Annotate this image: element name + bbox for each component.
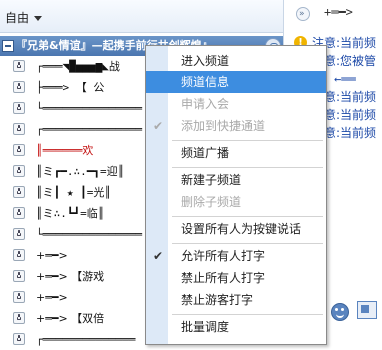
lock-icon[interactable]	[13, 123, 25, 135]
notice-value: 当前频	[340, 90, 377, 104]
tree-row-text: +═━>	[36, 249, 68, 262]
expand-icon[interactable]	[13, 270, 25, 282]
notice-value: 当前频	[340, 36, 377, 50]
tree-row-text: └═══════════════	[36, 102, 142, 115]
chevron-down-icon	[34, 16, 43, 21]
menu-item-channel-info[interactable]: 频道信息	[146, 71, 326, 93]
menu-item-push-to-talk-all[interactable]: 设置所有人为按键说话	[146, 218, 326, 240]
menu-item-label: 新建子频道	[181, 173, 242, 187]
menu-item-label: 禁止游客打字	[181, 293, 254, 307]
scroll-down-icon[interactable]: »	[296, 7, 310, 21]
lock-icon[interactable]	[13, 186, 25, 198]
mode-dropdown[interactable]: 自由	[5, 9, 43, 26]
tree-row-text: ║ミ∴.┗┛=临║	[36, 207, 105, 220]
lock-icon[interactable]	[13, 333, 25, 345]
notice-value: 您被管	[340, 54, 377, 68]
tree-row-text: ┌══════════════	[36, 333, 136, 346]
menu-item-label: 删除子频道	[181, 195, 242, 209]
tree-row-text: ║ミ┃ ★ ┃=光║	[36, 186, 111, 199]
menu-item-forbid-guest-typing[interactable]: 禁止游客打字	[146, 289, 326, 311]
menu-item-label: 申请入会	[181, 97, 230, 111]
header-arrow-text: +═━>	[324, 5, 353, 19]
menu-item-channel-broadcast[interactable]: 频道广播	[146, 142, 326, 164]
menu-item-label: 频道信息	[181, 75, 230, 89]
lock-icon[interactable]	[13, 144, 25, 156]
menu-item-apply-join[interactable]: 申请入会	[146, 93, 326, 115]
menu-item-label: 频道广播	[181, 146, 230, 160]
menu-item-label: 添加到快捷通道	[181, 119, 266, 133]
context-menu: 进入频道 频道信息 申请入会 ✔ 添加到快捷通道 频道广播 新建子频道 删除子频…	[145, 45, 327, 345]
notice-value: ←══	[334, 72, 356, 86]
menu-item-label: 允许所有人打字	[181, 249, 266, 263]
tree-row-text: +═━> 【游戏	[36, 270, 105, 283]
emoji-icon[interactable]	[331, 303, 349, 321]
menu-item-batch-dispatch[interactable]: 批量调度	[146, 316, 326, 338]
lock-icon[interactable]	[13, 228, 25, 240]
lock-icon[interactable]	[13, 291, 25, 303]
tree-row-text: ║══════欢	[36, 144, 94, 157]
menu-item-label: 设置所有人为按键说话	[181, 222, 302, 236]
notice-value: 当前频	[340, 126, 377, 140]
channel-toolbar: 自由	[0, 0, 283, 33]
menu-item-new-subchannel[interactable]: 新建子频道	[146, 169, 326, 191]
lock-icon[interactable]	[13, 60, 25, 72]
menu-item-label: 批量调度	[181, 320, 230, 334]
tree-row-text: ║ミ┏━.∴.━┓=迎║	[36, 165, 125, 178]
lock-icon[interactable]	[13, 81, 25, 93]
menu-item-enter-channel[interactable]: 进入频道	[146, 50, 326, 72]
check-icon: ✔	[153, 249, 164, 263]
tree-row-text: ├═══> 【 公	[36, 81, 105, 94]
tree-row-text: ┌═══════════════	[36, 123, 142, 136]
menu-item-label: 进入频道	[181, 54, 230, 68]
message-panel-header: » +═━>	[284, 0, 382, 30]
lock-icon[interactable]	[13, 165, 25, 177]
menu-item-allow-all-typing[interactable]: ✔ 允许所有人打字	[146, 245, 326, 267]
lock-icon[interactable]	[13, 249, 25, 261]
menu-item-delete-subchannel[interactable]: 删除子频道	[146, 191, 326, 213]
menu-separator	[172, 140, 323, 141]
tree-row-text: ┌═══◥█▅▅▅▆◣战	[36, 60, 120, 73]
check-icon: ✔	[153, 119, 164, 133]
lock-icon[interactable]	[13, 102, 25, 114]
menu-separator	[172, 243, 323, 244]
menu-separator	[172, 216, 323, 217]
menu-item-label: 禁止所有人打字	[181, 271, 266, 285]
menu-separator	[172, 314, 323, 315]
lock-icon[interactable]	[13, 312, 25, 324]
menu-item-forbid-all-typing[interactable]: 禁止所有人打字	[146, 267, 326, 289]
image-icon[interactable]	[357, 301, 377, 319]
tree-row-text: +═━> 【双倍	[36, 312, 105, 325]
mode-label: 自由	[5, 11, 30, 25]
menu-item-add-shortcut[interactable]: ✔ 添加到快捷通道	[146, 115, 326, 137]
collapse-icon[interactable]	[2, 40, 14, 52]
notice-value: 当前频	[340, 108, 377, 122]
tree-row-text: +═━>	[36, 291, 68, 304]
tree-row-text: └═══════════════	[36, 228, 142, 241]
menu-separator	[172, 167, 323, 168]
lock-icon[interactable]	[13, 207, 25, 219]
